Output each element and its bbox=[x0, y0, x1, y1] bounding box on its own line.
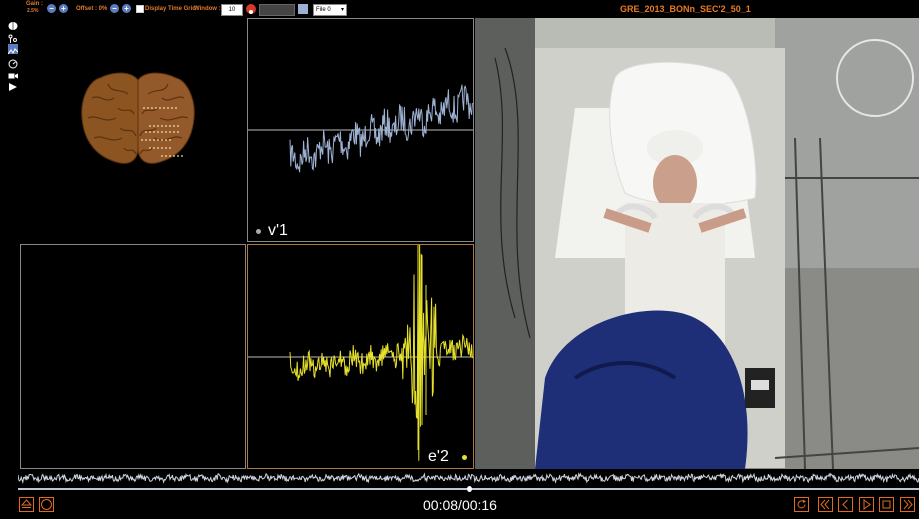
record-icon[interactable] bbox=[246, 4, 256, 14]
play-button[interactable] bbox=[859, 497, 874, 512]
repeat-icon bbox=[797, 499, 806, 509]
flag-icon[interactable] bbox=[8, 79, 18, 91]
loop-button[interactable] bbox=[794, 497, 809, 512]
signal-waveform bbox=[289, 84, 473, 173]
signal-panel-v1[interactable]: v'1 bbox=[247, 18, 474, 242]
gauge-icon[interactable] bbox=[8, 56, 18, 69]
brain-panel[interactable] bbox=[20, 18, 246, 242]
chevron-left-icon bbox=[842, 499, 848, 510]
playback-controls: 00:08/00:16 bbox=[0, 492, 919, 519]
signal-icon[interactable] bbox=[7, 44, 19, 55]
signal-overview-strip[interactable] bbox=[17, 470, 919, 486]
signal-trace-e2 bbox=[248, 245, 473, 461]
electrodes-icon[interactable] bbox=[8, 31, 18, 43]
fast-forward-button[interactable] bbox=[900, 497, 915, 512]
eject-icon bbox=[20, 499, 33, 508]
channel-dot bbox=[256, 229, 261, 234]
gain-label: Gain : bbox=[26, 1, 44, 7]
patient-video-view[interactable] bbox=[475, 18, 919, 469]
signal-panel-e2[interactable]: e'2 bbox=[247, 244, 474, 469]
time-display: 00:08/00:16 bbox=[423, 497, 497, 513]
disabled-field bbox=[259, 4, 295, 16]
brain-3d-view[interactable] bbox=[20, 18, 246, 242]
stop-button[interactable] bbox=[879, 497, 894, 512]
circle-icon bbox=[41, 499, 52, 510]
rewind-button[interactable] bbox=[818, 497, 833, 512]
gain-decrease-button[interactable]: − bbox=[47, 4, 56, 13]
gain-increase-button[interactable]: + bbox=[59, 4, 68, 13]
signal-trace-v1 bbox=[248, 84, 473, 173]
signal-waveform bbox=[17, 472, 919, 485]
signal-waveform bbox=[289, 245, 473, 461]
chevron-down-icon: ▾ bbox=[340, 7, 344, 13]
display-time-grid-checkbox[interactable] bbox=[136, 5, 144, 13]
file-select[interactable]: File 0 ▾ bbox=[313, 4, 347, 16]
stop-icon bbox=[882, 500, 891, 509]
top-toolbar: Gain : 2.5% − + Offset : 0% − + Display … bbox=[0, 0, 919, 18]
video-title: GRE_2013_BONn_SEC'2_50_1 bbox=[620, 4, 751, 14]
play-icon bbox=[863, 499, 871, 510]
channel-label-v1: v'1 bbox=[268, 222, 288, 239]
empty-panel[interactable] bbox=[20, 244, 246, 469]
offset-increase-button[interactable]: + bbox=[122, 4, 131, 13]
record-button[interactable] bbox=[39, 497, 54, 512]
double-chevron-left-icon bbox=[820, 499, 830, 510]
total-time: 00:16 bbox=[461, 497, 497, 513]
window-label: Window : bbox=[194, 6, 221, 12]
current-time: 00:08 bbox=[423, 497, 459, 513]
channel-dot bbox=[462, 455, 467, 460]
offset-label: Offset : 0% bbox=[76, 6, 108, 12]
offset-decrease-button[interactable]: − bbox=[110, 4, 119, 13]
display-time-grid-label: Display Time Grid bbox=[145, 6, 196, 12]
window-input[interactable]: 10 bbox=[221, 4, 243, 16]
gain-value: 2.5% bbox=[27, 8, 39, 14]
channel-label-e2: e'2 bbox=[428, 448, 449, 465]
camera-icon[interactable] bbox=[8, 68, 18, 79]
color-swatch[interactable] bbox=[298, 4, 308, 14]
eject-button[interactable] bbox=[19, 497, 34, 512]
double-chevron-right-icon bbox=[903, 499, 913, 510]
step-back-button[interactable] bbox=[838, 497, 853, 512]
brain-icon[interactable] bbox=[8, 18, 18, 30]
